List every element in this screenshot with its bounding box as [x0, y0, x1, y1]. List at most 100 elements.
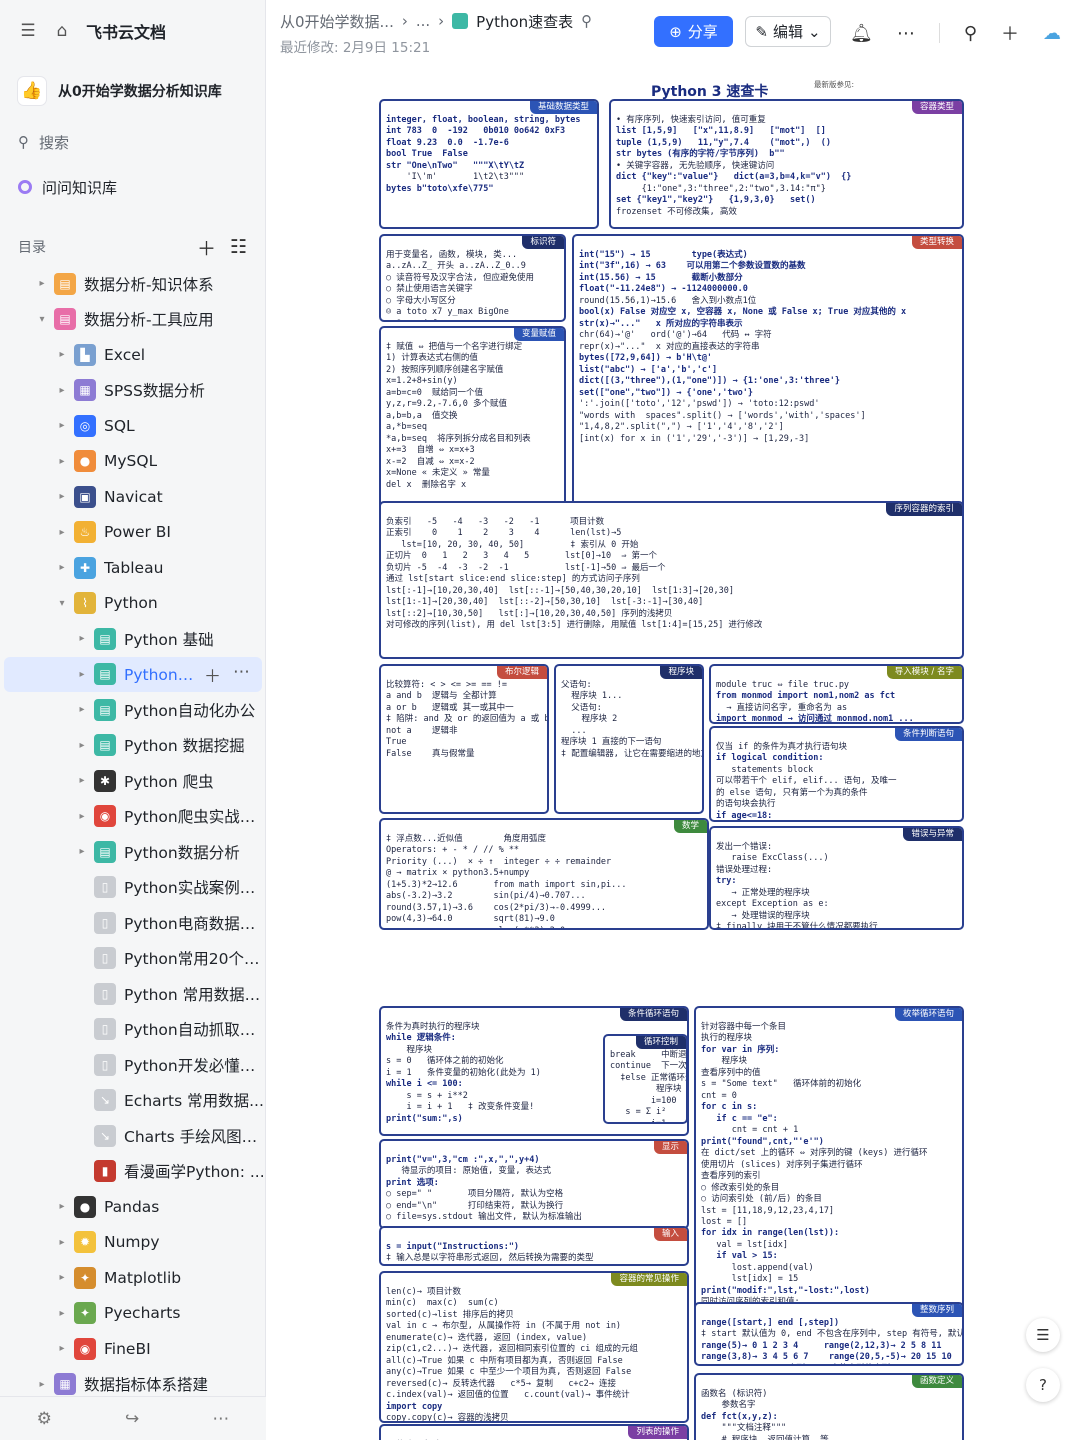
sidebar-item-label: Python电商数据可... [124, 914, 266, 933]
caret-right-icon[interactable]: ▸ [76, 740, 88, 751]
sidebar-item-label: Python数据分析 [124, 843, 240, 862]
cloud-icon[interactable]: ☁ [1043, 23, 1061, 44]
caret-right-icon[interactable]: ▸ [56, 420, 68, 431]
panel-tag: 枚举循环语句 [894, 1008, 962, 1021]
home-icon[interactable]: ⌂ [52, 21, 72, 41]
add-page-icon[interactable]: ＋ [197, 234, 216, 261]
caret-right-icon[interactable]: ▸ [76, 775, 88, 786]
sidebar-item[interactable]: ▸ ▙ Excel [0, 337, 266, 373]
caret-down-icon[interactable]: ▾ [36, 314, 48, 325]
more-options-icon[interactable]: ⋯ [897, 23, 915, 44]
panel-line: range(5)→ 0 1 2 3 4 range(2,12,3)→ 2 5 8… [701, 1340, 942, 1351]
sidebar-item[interactable]: ▮ 看漫画学Python: ... [0, 1154, 266, 1190]
sidebar-item[interactable]: ▸ ✚ Tableau [0, 550, 266, 586]
caret-down-icon[interactable]: ▾ [56, 598, 68, 609]
settings-gear-icon[interactable]: ⚙ [37, 1409, 52, 1429]
caret-right-icon[interactable]: ▸ [56, 1343, 68, 1354]
powerbi-icon: ♨ [74, 521, 96, 544]
knowledge-base-header[interactable]: 👍 从0开始学数据分析知识库 [0, 62, 265, 120]
caret-right-icon[interactable]: ▸ [36, 278, 48, 289]
sidebar-item[interactable]: ▸ ✱ Python 爬虫 [0, 763, 266, 799]
sidebar-item[interactable]: ▸ ▤ Python 数据挖掘 [0, 728, 266, 764]
share-link-icon[interactable]: ↪ [125, 1409, 139, 1429]
caret-right-icon[interactable]: ▸ [56, 1272, 68, 1283]
sidebar-item[interactable]: ▸ ◎ SQL [0, 408, 266, 444]
sidebar-item[interactable]: ▸ ▤ Python速... ＋ ⋯ [4, 656, 262, 692]
sidebar-item[interactable]: ↘ Charts 手绘风图表... [0, 1118, 266, 1154]
outline-toggle-icon[interactable]: ☷ [230, 236, 247, 258]
caret-right-icon[interactable]: ▸ [56, 1201, 68, 1212]
share-button[interactable]: ⊕ 分享 [654, 16, 733, 47]
ask-knowledge-base[interactable]: 问问知识库 [0, 164, 265, 210]
panel-line: x=None « 未定义 » 常量 [386, 468, 490, 479]
panel-line: cnt = cnt + 1 [701, 1125, 799, 1136]
caret-right-icon[interactable]: ▸ [36, 1379, 48, 1390]
sidebar-item[interactable]: ▸ ▣ Navicat [0, 479, 266, 515]
caret-right-icon[interactable]: ▸ [56, 491, 68, 502]
bell-icon[interactable]: 🔔︎ [850, 23, 873, 44]
sidebar-item[interactable]: ▸ ♨ Power BI [0, 515, 266, 551]
sidebar-item[interactable]: ▯ Python 常用数据结... [0, 976, 266, 1012]
sidebar-search[interactable]: ⚲ 搜索 [0, 120, 265, 164]
sidebar-item[interactable]: ▸ ▤ Python 基础 [0, 621, 266, 657]
sidebar-item[interactable]: ▾ ▤ 数据分析-工具应用 [0, 302, 266, 338]
caret-right-icon[interactable]: ▸ [76, 811, 88, 822]
sidebar-item[interactable]: ↘ Echarts 常用数据... [0, 1083, 266, 1119]
plus-icon[interactable]: ＋ [1001, 20, 1019, 46]
sidebar-item[interactable]: ▸ ● MySQL [0, 444, 266, 480]
sidebar-item[interactable]: ▸ ▤ 数据分析-知识体系 [0, 266, 266, 302]
caret-right-icon[interactable]: ▸ [56, 456, 68, 467]
caret-right-icon[interactable]: ▸ [76, 704, 88, 715]
sidebar-item[interactable]: ▯ Python开发必懂的... [0, 1047, 266, 1083]
comment-panel-icon[interactable]: ☰ [1026, 1318, 1060, 1352]
sidebar-item[interactable]: ▸ ✦ Matplotlib [0, 1260, 266, 1296]
panel-line: chr(64)→'@' ord('@')→64 代码 ↔ 字符 [579, 330, 772, 341]
caret-right-icon[interactable]: ▸ [56, 562, 68, 573]
edit-mode-button[interactable]: ✎ 编辑 ⌄ [745, 16, 831, 47]
breadcrumb-more[interactable]: ... [416, 12, 430, 30]
cheatsheet-panel: 枚举循环语句 针对容器中每一个条目 执行的程序块 for var in 序列: 程序块… [694, 1006, 964, 1331]
breadcrumb-current[interactable]: Python速查表 [476, 11, 573, 32]
caret-right-icon[interactable]: ▸ [56, 1237, 68, 1248]
sidebar-item[interactable]: ▸ ▦ SPSS数据分析 [0, 373, 266, 409]
add-subpage-icon[interactable]: ＋ [204, 662, 221, 687]
sidebar-item[interactable]: ▯ Python实战案例（... [0, 870, 266, 906]
caret-right-icon[interactable]: ▸ [76, 846, 88, 857]
caret-right-icon[interactable]: ▸ [76, 669, 88, 680]
sidebar-item[interactable]: ▸ ▤ Python自动化办公 [0, 692, 266, 728]
caret-right-icon[interactable]: ▸ [76, 633, 88, 644]
more-options-icon[interactable]: ⋯ [233, 662, 250, 687]
pin-icon[interactable]: ⚲ [581, 12, 592, 30]
panel-line: 程序块 2 [561, 714, 618, 725]
more-options-icon[interactable]: ⋯ [212, 1409, 229, 1429]
sidebar-item[interactable]: ▸ ◉ FineBI [0, 1331, 266, 1367]
panel-line: y,z,r=9.2,-7.6,0 多个赋值 [386, 399, 507, 410]
panel-line: 对可修改的序列(list), 用 del lst[3:5] 进行删除, 用赋值 … [386, 620, 763, 631]
leaf-icon: ✦ [74, 1302, 96, 1325]
sidebar-item-label: FineBI [104, 1339, 151, 1358]
help-icon[interactable]: ? [1026, 1368, 1060, 1402]
share-button-label: 分享 [687, 23, 718, 41]
sidebar-item[interactable]: ▸ ● Pandas [0, 1189, 266, 1225]
caret-right-icon[interactable]: ▸ [56, 349, 68, 360]
sidebar-item[interactable]: ▾ ⌇ Python [0, 586, 266, 622]
panel-line: 1) 计算表达式右侧的值 [386, 353, 478, 364]
sidebar-item[interactable]: ▯ Python自动抓取天... [0, 1012, 266, 1048]
caret-right-icon[interactable]: ▸ [56, 1308, 68, 1319]
panel-line: lst=[10, 20, 30, 40, 50] ‡ 索引从 0 开始 [386, 539, 639, 550]
sidebar-item[interactable]: ▸ ✹ Numpy [0, 1225, 266, 1261]
cheatsheet-panel: 标识符 用于变量名, 函数, 模块, 类... a..zA..Z_ 开头 a..zA… [379, 234, 566, 322]
sidebar-item[interactable]: ▯ Python常用20个Ex... [0, 941, 266, 977]
collapse-sidebar-icon[interactable]: ☰ [18, 21, 38, 41]
breadcrumb-parent[interactable]: 从0开始学数据... [280, 11, 394, 32]
caret-right-icon[interactable]: ▸ [56, 527, 68, 538]
sidebar-item[interactable]: ▸ ◉ Python爬虫实战案例 [0, 799, 266, 835]
sidebar-item[interactable]: ▸ ✦ Pyecharts [0, 1296, 266, 1332]
panel-line: Operators: + - * / // % ** [386, 845, 520, 856]
search-icon[interactable]: ⚲ [964, 23, 977, 44]
sun-icon: ✹ [74, 1231, 96, 1254]
caret-right-icon[interactable]: ▸ [56, 385, 68, 396]
app-title[interactable]: 飞书云文档 [86, 19, 166, 43]
sidebar-item[interactable]: ▸ ▤ Python数据分析 [0, 834, 266, 870]
sidebar-item[interactable]: ▯ Python电商数据可... [0, 905, 266, 941]
